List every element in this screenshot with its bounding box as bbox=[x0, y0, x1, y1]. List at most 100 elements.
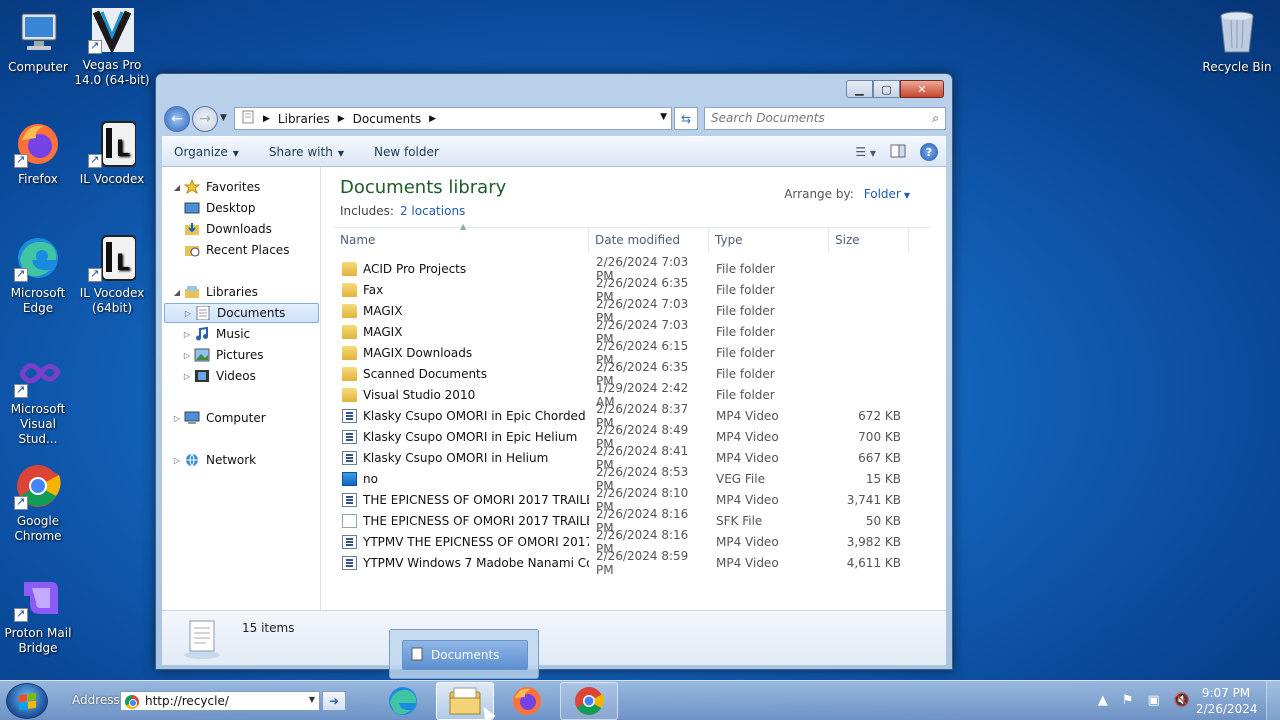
chevron-down-icon: ▼ bbox=[337, 148, 344, 158]
expand-arrow-icon[interactable]: ◢ bbox=[170, 183, 184, 192]
taskbar-edge[interactable] bbox=[374, 682, 432, 720]
nav-label: Pictures bbox=[216, 348, 264, 362]
desktop-icon bbox=[184, 201, 200, 215]
preview-pane-button[interactable] bbox=[890, 144, 906, 161]
forward-button[interactable]: → bbox=[192, 106, 218, 132]
file-name: MAGIX bbox=[363, 303, 403, 318]
desktop-icon-label: Proton Mail Bridge bbox=[4, 626, 72, 655]
address-dropdown[interactable]: ▼ bbox=[660, 112, 667, 122]
includes-label: Includes: bbox=[340, 204, 394, 218]
organize-label: Organize bbox=[174, 144, 228, 159]
taskbar-chrome[interactable] bbox=[560, 682, 618, 720]
new-folder-button[interactable]: New folder bbox=[356, 145, 451, 159]
nav-computer[interactable]: ▷ Computer bbox=[170, 408, 266, 428]
chevron-down-icon[interactable]: ▼ bbox=[309, 695, 315, 704]
file-name: YTPMV Windows 7 Madobe Nanami Co... bbox=[363, 555, 589, 570]
expand-arrow-icon[interactable]: ▷ bbox=[180, 351, 194, 360]
file-name-cell: Fax bbox=[334, 282, 589, 297]
clock-time: 9:07 PM bbox=[1201, 686, 1251, 700]
expand-arrow-icon[interactable]: ▷ bbox=[180, 330, 194, 339]
desktop-icon-visual-studio[interactable]: Microsoft Visual Stud... bbox=[0, 350, 76, 447]
nav-documents[interactable]: ▷ Documents bbox=[164, 303, 319, 323]
desktop-icon-il-vocodex[interactable]: L IL Vocodex bbox=[74, 120, 150, 187]
downloads-icon bbox=[184, 222, 200, 236]
address-bar[interactable]: ▶ Libraries ▶ Documents ▶ ▼ bbox=[234, 107, 672, 130]
search-icon[interactable]: ⌕ bbox=[932, 111, 939, 126]
expand-arrow-icon[interactable]: ▷ bbox=[170, 414, 184, 423]
organize-button[interactable]: Organize ▼ bbox=[162, 145, 251, 159]
expand-arrow-icon[interactable]: ▷ bbox=[181, 309, 195, 318]
locations-link[interactable]: 2 locations bbox=[400, 204, 465, 218]
start-button[interactable] bbox=[6, 683, 48, 719]
file-name-cell: Klasky Csupo OMORI in Epic Helium bbox=[334, 429, 589, 444]
file-name: Klasky Csupo OMORI in Epic Helium bbox=[363, 429, 578, 444]
nav-pictures[interactable]: ▷ Pictures bbox=[180, 345, 264, 365]
desktop-icon-computer[interactable]: Computer bbox=[0, 8, 76, 75]
chevron-right-icon[interactable]: ▶ bbox=[429, 114, 436, 124]
nav-downloads[interactable]: Downloads bbox=[184, 219, 272, 239]
recent-pages-dropdown[interactable]: ▼ bbox=[220, 113, 227, 123]
close-button[interactable]: ✕ bbox=[900, 80, 944, 98]
share-with-button[interactable]: Share with ▼ bbox=[251, 145, 356, 159]
column-date-modified[interactable]: Date modified bbox=[589, 228, 709, 252]
network-tray-icon[interactable]: ▣ bbox=[1148, 693, 1160, 708]
breadcrumb-documents[interactable]: Documents bbox=[353, 112, 421, 126]
nav-label: Downloads bbox=[206, 222, 272, 236]
column-type[interactable]: Type bbox=[709, 228, 829, 252]
nav-videos[interactable]: ▷ Videos bbox=[180, 366, 256, 386]
taskbar-firefox[interactable] bbox=[498, 682, 556, 720]
action-center-flag-icon[interactable]: ⚑ bbox=[1122, 693, 1134, 708]
back-button[interactable]: ← bbox=[164, 106, 190, 132]
folder-icon bbox=[342, 387, 357, 402]
maximize-button[interactable]: ▢ bbox=[873, 80, 900, 98]
explorer-window[interactable]: ▁ ▢ ✕ ← → ▼ ▶ Libraries ▶ Documents ▶ ▼ … bbox=[155, 73, 953, 670]
arrange-by-dropdown[interactable]: Folder bbox=[864, 187, 901, 201]
help-button[interactable]: ? bbox=[920, 143, 938, 161]
nav-libraries[interactable]: ◢ Libraries bbox=[170, 282, 258, 302]
clock[interactable]: 9:07 PM 2/26/2024 bbox=[1196, 685, 1258, 717]
nav-network[interactable]: ▷ Network bbox=[170, 450, 256, 470]
volume-muted-icon[interactable]: 🔇 bbox=[1174, 693, 1190, 708]
desktop-icon-vegas-pro[interactable]: Vegas Pro 14.0 (64-bit) bbox=[74, 6, 150, 88]
recent-places-icon bbox=[184, 243, 200, 257]
change-view-button[interactable]: ☰ ▼ bbox=[855, 145, 876, 159]
nav-desktop[interactable]: Desktop bbox=[184, 198, 256, 218]
thumbnail-documents-window[interactable]: Documents bbox=[402, 640, 528, 670]
address-go-button[interactable]: ➜ bbox=[322, 691, 346, 711]
search-input[interactable]: Search Documents ⌕ bbox=[704, 107, 946, 130]
desktop-icon-il-vocodex-64[interactable]: L IL Vocodex (64bit) bbox=[74, 234, 150, 316]
chevron-right-icon[interactable]: ▶ bbox=[338, 114, 345, 124]
refresh-button[interactable]: ⇆ bbox=[674, 107, 698, 130]
expand-arrow-icon[interactable]: ▷ bbox=[170, 456, 184, 465]
show-hidden-icons-button[interactable]: ▲ bbox=[1098, 693, 1108, 708]
documents-icon bbox=[195, 305, 211, 321]
taskbar-address-input[interactable]: http://recycle/ ▼ bbox=[120, 691, 320, 711]
nav-recent-places[interactable]: Recent Places bbox=[184, 240, 289, 260]
windows-logo-icon bbox=[19, 692, 36, 711]
desktop-icon-chrome[interactable]: Google Chrome bbox=[0, 462, 76, 544]
file-name-cell: THE EPICNESS OF OMORI 2017 TRAILER.... bbox=[334, 513, 589, 528]
command-bar: Organize ▼ Share with ▼ New folder ☰ ▼ ? bbox=[162, 136, 946, 167]
desktop-icon-recycle-bin[interactable]: Recycle Bin bbox=[1199, 8, 1275, 75]
desktop-icon-firefox[interactable]: Firefox bbox=[0, 120, 76, 187]
desktop-icon-edge[interactable]: Microsoft Edge bbox=[0, 234, 76, 316]
show-desktop-button[interactable] bbox=[1266, 681, 1280, 720]
desktop-icon-proton-mail[interactable]: Proton Mail Bridge bbox=[0, 574, 76, 656]
minimize-button[interactable]: ▁ bbox=[846, 80, 873, 98]
file-type: File folder bbox=[716, 282, 775, 297]
mp4-icon bbox=[342, 492, 357, 507]
nav-label: Libraries bbox=[206, 285, 258, 299]
breadcrumb-libraries[interactable]: Libraries bbox=[278, 112, 330, 126]
nav-favorites[interactable]: ◢ Favorites bbox=[170, 177, 260, 197]
file-row[interactable]: YTPMV Windows 7 Madobe Nanami Co... 2/26/… bbox=[334, 549, 930, 577]
sort-ascending-icon: ▲ bbox=[460, 222, 467, 231]
column-size[interactable]: Size bbox=[829, 228, 909, 252]
chevron-down-icon: ▼ bbox=[232, 148, 239, 158]
nav-music[interactable]: ▷ Music bbox=[180, 324, 250, 344]
file-name-cell: THE EPICNESS OF OMORI 2017 TRAILER bbox=[334, 492, 589, 507]
desktop-icon-label: Microsoft Edge bbox=[10, 286, 66, 315]
column-name[interactable]: Name bbox=[334, 228, 589, 252]
expand-arrow-icon[interactable]: ◢ bbox=[170, 288, 184, 297]
expand-arrow-icon[interactable]: ▷ bbox=[180, 372, 194, 381]
chevron-right-icon[interactable]: ▶ bbox=[263, 114, 270, 124]
